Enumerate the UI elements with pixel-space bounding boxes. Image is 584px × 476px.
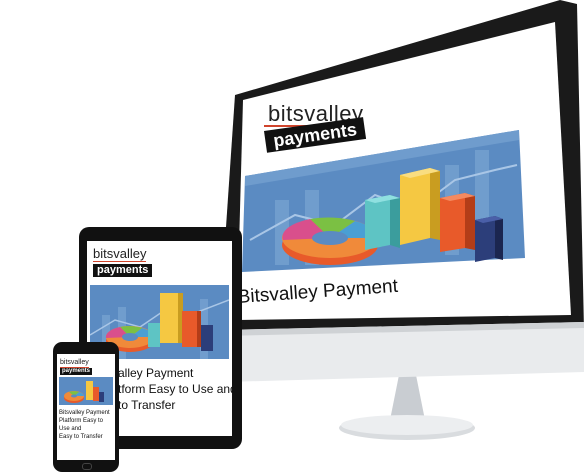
desktop-monitor	[215, 0, 584, 460]
tablet-brand-bottom: payments	[93, 264, 153, 277]
phone-headline-line: Easy to Transfer	[59, 434, 103, 440]
tablet-headline-line: alley Payment	[118, 366, 194, 380]
monitor-frame	[219, 0, 584, 440]
phone-hero-image	[59, 377, 113, 405]
tablet-headline: alley Payment tform Easy to Use and to T…	[118, 365, 232, 413]
phone-screen: bitsvalley payments Bitsvalley Payment P…	[57, 354, 115, 460]
phone-headline-line: Bitsvalley Payment	[59, 410, 110, 416]
phone-device: bitsvalley payments Bitsvalley Payment P…	[53, 342, 119, 472]
phone-home-button	[82, 463, 92, 470]
tablet-headline-line: tform Easy to Use and	[118, 382, 232, 396]
phone-brand-top: bitsvalley	[60, 359, 89, 368]
phone-brand-bottom: payments	[60, 368, 93, 375]
monitor-brand-logo: bitsvalley payments	[264, 103, 384, 153]
phone-headline-line: Platform Easy to Use and	[59, 418, 104, 432]
tablet-headline-line: to Transfer	[118, 398, 176, 412]
phone-headline: Bitsvalley Payment Platform Easy to Use …	[59, 409, 115, 441]
tablet-brand-top: bitsvalley	[93, 246, 147, 262]
